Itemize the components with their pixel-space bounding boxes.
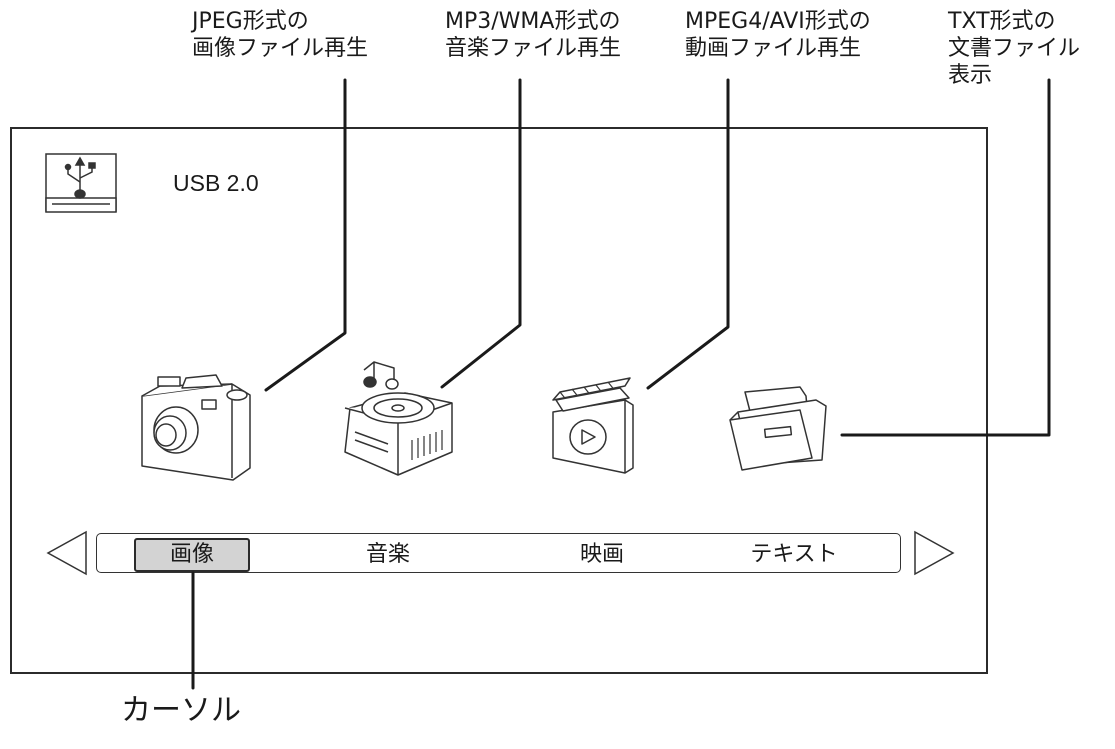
triangle-left-icon[interactable] [46,530,87,576]
triangle-right-icon[interactable] [914,530,955,576]
document-folder-icon [729,386,827,471]
leader-line-mpeg4 [646,78,730,390]
usb-drive-icon [45,153,117,213]
clapperboard-icon [552,377,634,474]
leader-line-mp3 [440,78,522,389]
camera-icon [141,374,251,481]
diagram-graphics [45,78,1051,690]
music-player-icon [344,361,453,476]
leader-line-jpeg [264,78,347,392]
leader-line-txt [840,78,1051,437]
